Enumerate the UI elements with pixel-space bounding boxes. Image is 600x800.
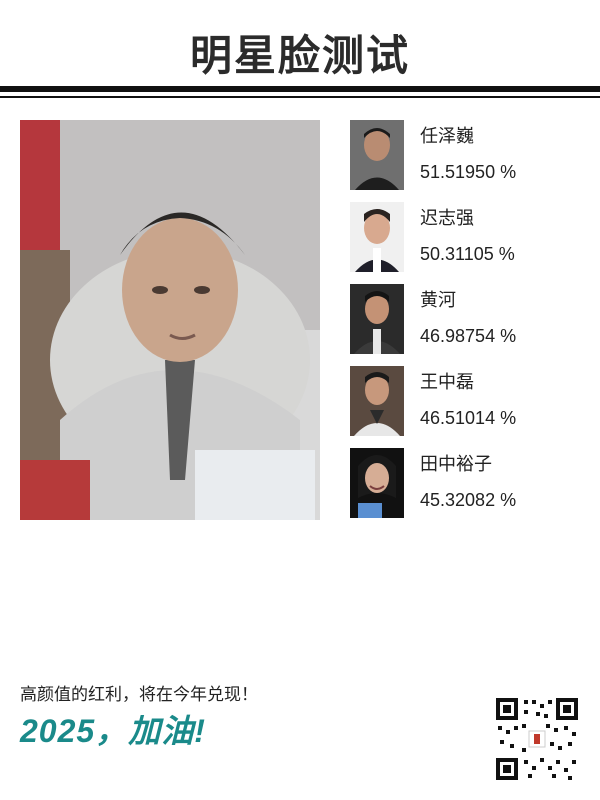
match-avatar bbox=[350, 448, 404, 518]
match-item[interactable]: 王中磊 46.51014 % bbox=[350, 366, 590, 436]
match-score: 46.98754 % bbox=[420, 326, 517, 346]
match-item[interactable]: 黄河 46.98754 % bbox=[350, 284, 590, 354]
match-name: 田中裕子 bbox=[420, 454, 492, 475]
match-avatar bbox=[350, 120, 404, 190]
slogan: 2025，加油! bbox=[20, 713, 206, 749]
match-avatar bbox=[350, 366, 404, 436]
qr-code-icon[interactable] bbox=[494, 696, 580, 782]
match-name: 任泽巍 bbox=[420, 126, 474, 147]
match-item[interactable]: 迟志强 50.31105 % bbox=[350, 202, 590, 272]
match-name: 迟志强 bbox=[420, 208, 474, 229]
match-avatar bbox=[350, 284, 404, 354]
match-score: 45.32082 % bbox=[420, 490, 517, 510]
header-divider-thin bbox=[0, 96, 600, 98]
header-divider-thick bbox=[0, 86, 600, 92]
match-item[interactable]: 田中裕子 45.32082 % bbox=[350, 448, 590, 518]
page-title: 明星脸测试 bbox=[189, 31, 410, 80]
match-name: 王中磊 bbox=[420, 372, 474, 393]
footer-tagline: 高颜值的红利，将在今年兑现！ bbox=[20, 685, 258, 705]
match-avatar bbox=[350, 202, 404, 272]
match-item[interactable]: 任泽巍 51.51950 % bbox=[350, 120, 590, 190]
match-score: 50.31105 % bbox=[420, 244, 515, 264]
header: 明星脸测试 bbox=[0, 0, 600, 100]
match-score: 46.51014 % bbox=[420, 408, 517, 428]
match-score: 51.51950 % bbox=[420, 162, 517, 182]
uploaded-face-photo bbox=[20, 120, 320, 520]
match-name: 黄河 bbox=[420, 290, 456, 311]
